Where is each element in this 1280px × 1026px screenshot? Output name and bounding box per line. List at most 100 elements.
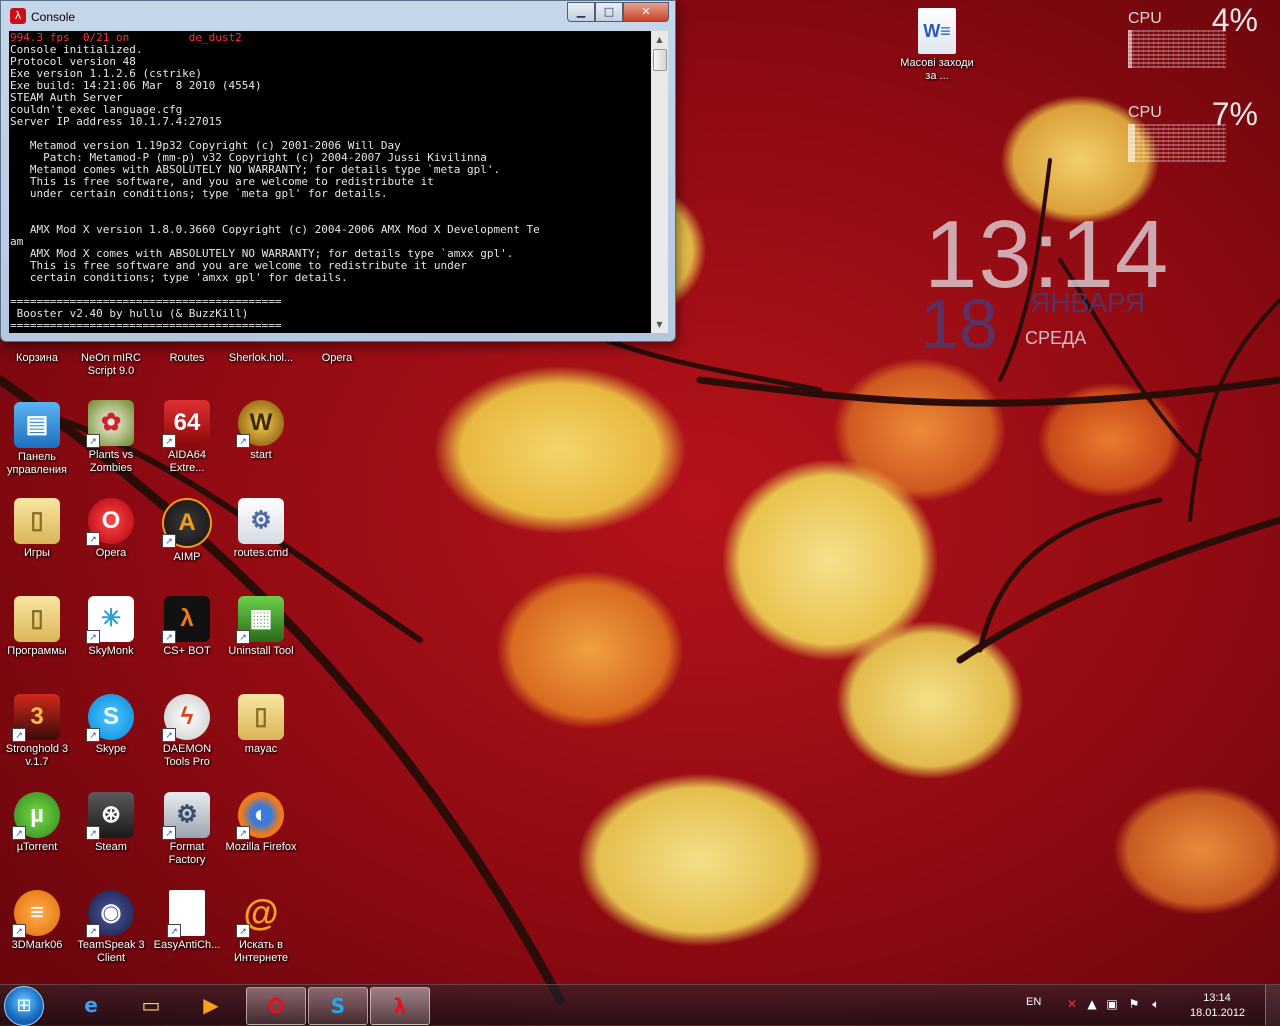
desktop-icon-word-document[interactable]: W≡ Масові заходи за ... <box>900 8 974 83</box>
format-factory-icon: ⚙ ↗ <box>162 792 210 840</box>
folder-icon: ▯ <box>238 694 284 740</box>
minimize-button[interactable]: ▁ <box>567 2 595 22</box>
system-date: 18.01.2012 <box>1190 1007 1246 1019</box>
desktop-icon-firefox[interactable]: ◐ ↗ Mozilla Firefox <box>224 792 298 854</box>
desktop-icon-start[interactable]: W ↗ start <box>224 400 298 462</box>
media-player-icon: ▶ <box>203 993 219 1017</box>
aida64-icon: 64 ↗ <box>162 400 210 448</box>
desktop-icon-control-panel[interactable]: ▤ Панель управления <box>0 402 74 477</box>
console-scrollbar[interactable]: ▲ ▼ <box>651 31 668 333</box>
desktop-icon-opera[interactable]: O ↗ Opera <box>74 498 148 560</box>
internet-explorer-icon: e <box>84 993 98 1017</box>
desktop-icon-3dmark06[interactable]: ≡ ↗ 3DMark06 <box>0 890 74 952</box>
taskbar-skype[interactable]: S <box>308 987 368 1025</box>
cpu-label: CPU <box>1128 10 1162 27</box>
cpu-load-fill <box>1128 30 1132 68</box>
document-icon: ↗ <box>167 890 205 938</box>
window-controls: ▁ □ ✕ <box>567 2 669 22</box>
skymonk-icon: ✳ ↗ <box>86 596 134 644</box>
utorrent-icon: µ ↗ <box>12 792 60 840</box>
taskbar-media-player[interactable]: ▶ <box>182 987 240 1023</box>
cpu-load-fill <box>1128 124 1135 162</box>
half-life-icon: λ ↗ <box>162 596 210 644</box>
network-icon[interactable]: ▲ <box>1084 996 1100 1012</box>
desktop-icon-teamspeak[interactable]: ◉ ↗ TeamSpeak 3 Client <box>74 890 148 965</box>
desktop-icon-cs-bot[interactable]: λ ↗ CS+ BOT <box>150 596 224 658</box>
cpu-meter-1: CPU 4% <box>1128 2 1258 80</box>
desktop-icon-search-internet[interactable]: @ ↗ Искать в Интернете <box>224 890 298 965</box>
close-button[interactable]: ✕ <box>623 2 669 22</box>
folder-icon: ▭ <box>141 993 161 1017</box>
desktop-icon-skype[interactable]: S ↗ Skype <box>74 694 148 756</box>
desktop-icon-routes[interactable]: Routes <box>150 352 224 365</box>
console-output-area[interactable]: 994.3 fps 0/21 on de_dust2 Console initi… <box>9 31 668 333</box>
system-clock[interactable]: 13:14 18.01.2012 <box>1190 991 1246 1021</box>
clock-month: января <box>1030 287 1146 318</box>
network-error-icon[interactable]: ✕ <box>1064 996 1080 1012</box>
warcraft-icon: W ↗ <box>236 400 284 448</box>
desktop-icon-routes-cmd[interactable]: ⚙ routes.cmd <box>224 498 298 560</box>
scroll-up-arrow-icon[interactable]: ▲ <box>651 31 668 48</box>
system-time: 13:14 <box>1203 992 1231 1004</box>
display-icon[interactable]: ▣ <box>1104 996 1120 1012</box>
teamspeak-icon: ◉ ↗ <box>86 890 134 938</box>
console-title: Console <box>31 10 76 24</box>
clock-day: 18 <box>920 285 998 363</box>
at-sign-search-icon: @ ↗ <box>236 890 284 938</box>
console-log: Console initialized. Protocol version 48… <box>10 43 540 331</box>
volume-icon[interactable]: 🔈︎ <box>1148 996 1164 1012</box>
opera-icon: O ↗ <box>86 498 134 546</box>
desktop-icon-easyanticheat[interactable]: ↗ EasyAntiCh... <box>150 890 224 952</box>
cpu-label: CPU <box>1128 104 1162 121</box>
action-center-flag-icon[interactable]: ⚑ <box>1126 996 1142 1012</box>
desktop-icon-recycle-bin[interactable]: Корзина <box>0 352 74 365</box>
cpu-meter-2: CPU 7% <box>1128 96 1258 174</box>
taskbar-half-life-console[interactable]: λ <box>370 987 430 1025</box>
desktop-icon-programmy[interactable]: ▯ Программы <box>0 596 74 658</box>
console-output: 994.3 fps 0/21 on de_dust2 Console initi… <box>10 32 650 330</box>
folder-icon: ▯ <box>14 596 60 642</box>
control-panel-icon: ▤ <box>14 402 60 448</box>
daemon-tools-icon: ϟ ↗ <box>162 694 210 742</box>
cpu-graph <box>1128 124 1226 162</box>
desktop-icon-steam[interactable]: ⊛ ↗ Steam <box>74 792 148 854</box>
language-indicator[interactable]: EN <box>1026 996 1041 1008</box>
desktop-icon-stronghold[interactable]: 3 ↗ Stronghold 3 v.1.7 <box>0 694 74 769</box>
uninstall-tool-icon: ▦ ↗ <box>236 596 284 644</box>
desktop-icon-uninstall-tool[interactable]: ▦ ↗ Uninstall Tool <box>224 596 298 658</box>
taskbar-explorer[interactable]: ▭ <box>122 987 180 1023</box>
scroll-down-arrow-icon[interactable]: ▼ <box>651 316 668 333</box>
desktop-icon-igry[interactable]: ▯ Игры <box>0 498 74 560</box>
desktop-icon-format-factory[interactable]: ⚙ ↗ Format Factory <box>150 792 224 867</box>
console-window[interactable]: λ Console ▁ □ ✕ 994.3 fps 0/21 on de_dus… <box>0 0 676 342</box>
desktop-icon-skymonk[interactable]: ✳ ↗ SkyMonk <box>74 596 148 658</box>
3dmark-icon: ≡ ↗ <box>12 890 60 938</box>
scroll-thumb[interactable] <box>653 49 667 71</box>
desktop-icon-mayac[interactable]: ▯ mayac <box>224 694 298 756</box>
skype-icon: S <box>330 994 346 1018</box>
desktop-icon-aida64[interactable]: 64 ↗ AIDA64 Extre... <box>150 400 224 475</box>
desktop-icon-aimp[interactable]: A ↗ AIMP <box>150 498 224 564</box>
start-button[interactable]: ⊞ <box>4 986 44 1026</box>
desktop-icon-neon-mirc[interactable]: NeOn mIRC Script 9.0 <box>74 352 148 378</box>
desktop-icon-utorrent[interactable]: µ ↗ µTorrent <box>0 792 74 854</box>
half-life-icon: λ <box>393 994 407 1018</box>
taskbar-opera[interactable]: O <box>246 987 306 1025</box>
show-desktop-button[interactable] <box>1265 985 1280 1025</box>
taskbar-internet-explorer[interactable]: e <box>62 987 120 1023</box>
plants-vs-zombies-icon: ✿ ↗ <box>86 400 134 448</box>
desktop-icon-daemon-tools[interactable]: ϟ ↗ DAEMON Tools Pro <box>150 694 224 769</box>
skype-icon: S ↗ <box>86 694 134 742</box>
desktop-icon-sherlok[interactable]: Sherlok.hol... <box>224 352 298 365</box>
half-life-icon: λ <box>10 8 26 24</box>
firefox-icon: ◐ ↗ <box>236 792 284 840</box>
maximize-button[interactable]: □ <box>595 2 623 22</box>
clock-weekday: среда <box>1025 328 1087 348</box>
folder-icon: ▯ <box>14 498 60 544</box>
desktop-icon-opera-top[interactable]: Opera <box>300 352 374 365</box>
desktop-icon-plants-vs-zombies[interactable]: ✿ ↗ Plants vs Zombies <box>74 400 148 475</box>
stronghold-icon: 3 ↗ <box>12 694 60 742</box>
windows-logo-icon: ⊞ <box>16 995 32 1016</box>
cpu-graph <box>1128 30 1226 68</box>
gears-icon: ⚙ <box>238 498 284 544</box>
